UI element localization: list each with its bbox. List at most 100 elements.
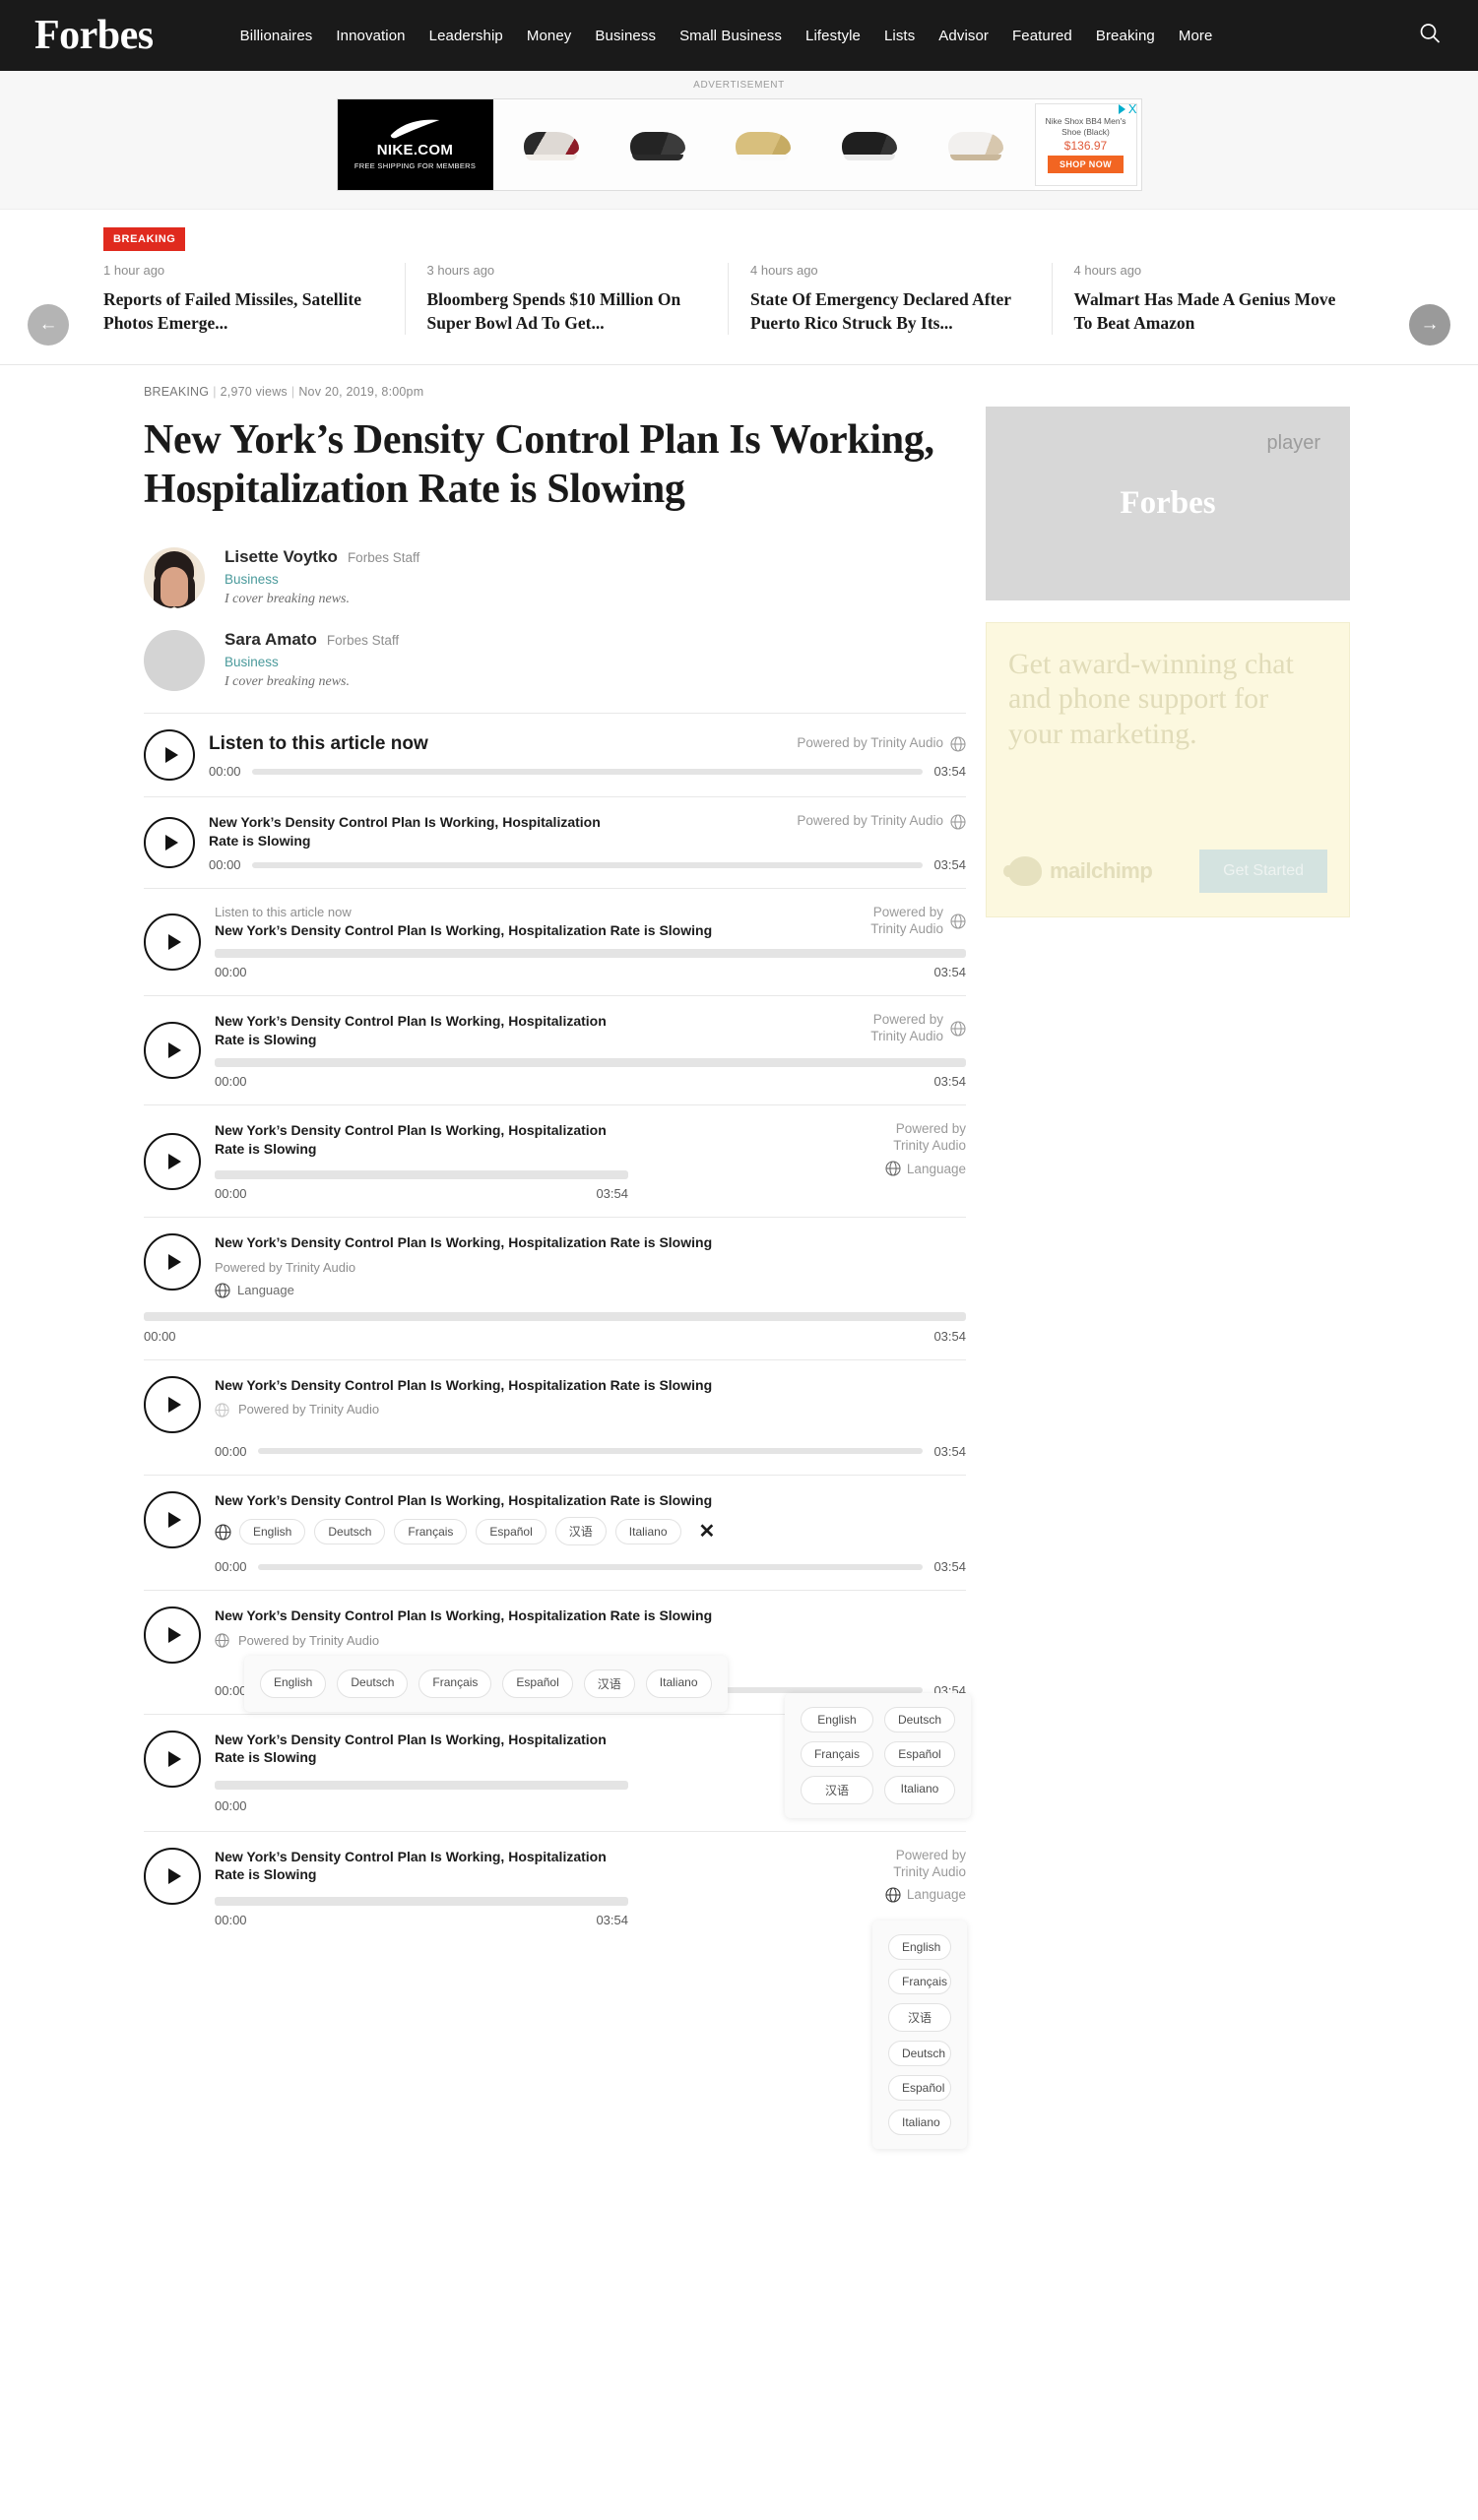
language-pill-francais[interactable]: Français bbox=[394, 1518, 468, 1544]
ad-choices-controls[interactable]: X bbox=[1118, 102, 1137, 115]
get-started-button[interactable]: Get Started bbox=[1199, 850, 1327, 893]
breaking-item[interactable]: 3 hours ago Bloomberg Spends $10 Million… bbox=[404, 263, 729, 336]
play-icon[interactable] bbox=[144, 914, 201, 972]
language-pill-francais[interactable]: Français bbox=[418, 1670, 492, 1699]
play-icon[interactable] bbox=[144, 1375, 201, 1433]
nike-ad-banner[interactable]: NIKE.COM FREE SHIPPING FOR MEMBERS Nike … bbox=[336, 98, 1142, 191]
language-selector-button[interactable]: Language bbox=[885, 1161, 966, 1176]
play-icon[interactable] bbox=[144, 1847, 201, 1905]
nav-item-lists[interactable]: Lists bbox=[884, 28, 915, 44]
play-icon[interactable] bbox=[144, 1022, 201, 1080]
globe-icon[interactable] bbox=[950, 1021, 966, 1037]
search-icon[interactable] bbox=[1419, 23, 1441, 49]
breaking-item[interactable]: 1 hour ago Reports of Failed Missiles, S… bbox=[103, 263, 405, 335]
play-icon[interactable] bbox=[144, 1132, 201, 1190]
play-icon[interactable] bbox=[144, 1233, 201, 1292]
breaking-prev-arrow-icon[interactable]: ← bbox=[28, 304, 69, 346]
globe-icon[interactable] bbox=[215, 1633, 230, 1649]
player-progress-bar[interactable] bbox=[251, 768, 924, 775]
language-pill-english[interactable]: English bbox=[260, 1670, 327, 1699]
language-pill-chinese[interactable]: 汉语 bbox=[554, 1517, 607, 1546]
author-category-link[interactable]: Business bbox=[225, 655, 399, 669]
language-pill-espanol[interactable]: Español bbox=[476, 1518, 546, 1544]
nav-item-lifestyle[interactable]: Lifestyle bbox=[805, 28, 861, 44]
nav-item-leadership[interactable]: Leadership bbox=[429, 28, 503, 44]
player-current-time: 00:00 bbox=[215, 1186, 247, 1202]
nav-item-business[interactable]: Business bbox=[595, 28, 656, 44]
nav-item-breaking[interactable]: Breaking bbox=[1096, 28, 1155, 44]
language-pill-deutsch[interactable]: Deutsch bbox=[314, 1518, 386, 1544]
globe-icon[interactable] bbox=[950, 736, 966, 752]
author-name[interactable]: Lisette Voytko bbox=[225, 547, 338, 567]
play-icon[interactable] bbox=[144, 1730, 201, 1788]
player-progress-bar[interactable] bbox=[251, 861, 924, 868]
nav-item-featured[interactable]: Featured bbox=[1012, 28, 1072, 44]
language-pill-english[interactable]: English bbox=[800, 1706, 873, 1732]
breaking-item-title: Reports of Failed Missiles, Satellite Ph… bbox=[103, 289, 361, 334]
language-pill-english[interactable]: English bbox=[239, 1518, 306, 1544]
nav-item-billionaires[interactable]: Billionaires bbox=[240, 28, 313, 44]
language-pill-english[interactable]: English bbox=[888, 1933, 951, 1960]
language-pill-deutsch[interactable]: Deutsch bbox=[337, 1670, 409, 1699]
play-icon[interactable] bbox=[144, 729, 195, 782]
author-category-link[interactable]: Business bbox=[225, 572, 419, 587]
player-progress-bar[interactable] bbox=[215, 1780, 628, 1790]
breaking-item-time: 4 hours ago bbox=[1073, 263, 1142, 278]
globe-icon[interactable] bbox=[215, 1524, 231, 1541]
breaking-item[interactable]: 4 hours ago Walmart Has Made A Genius Mo… bbox=[1051, 263, 1376, 336]
breaking-item[interactable]: 4 hours ago State Of Emergency Declared … bbox=[728, 263, 1052, 336]
language-pill-chinese[interactable]: 汉语 bbox=[888, 2002, 951, 2032]
nav-item-money[interactable]: Money bbox=[527, 28, 572, 44]
forbes-logo[interactable]: Forbes bbox=[34, 15, 154, 56]
globe-icon[interactable] bbox=[215, 1402, 230, 1418]
language-pill-francais[interactable]: Français bbox=[800, 1740, 873, 1767]
player-progress-bar[interactable] bbox=[215, 1170, 628, 1180]
player-progress-bar[interactable] bbox=[215, 1058, 966, 1068]
language-pill-chinese[interactable]: 汉语 bbox=[800, 1775, 873, 1804]
language-pill-italiano[interactable]: Italiano bbox=[888, 2109, 951, 2135]
language-pill-deutsch[interactable]: Deutsch bbox=[883, 1706, 955, 1732]
author-name[interactable]: Sara Amato bbox=[225, 630, 317, 650]
article-category[interactable]: BREAKING bbox=[144, 385, 209, 399]
language-pill-deutsch[interactable]: Deutsch bbox=[888, 2040, 951, 2066]
player-progress-bar[interactable] bbox=[144, 1311, 966, 1321]
mailchimp-advertisement[interactable]: Get award-winning chat and phone support… bbox=[986, 622, 1350, 917]
close-ad-icon[interactable]: X bbox=[1128, 102, 1137, 115]
language-pill-chinese[interactable]: 汉语 bbox=[583, 1670, 635, 1699]
shoe-image-5 bbox=[947, 132, 1003, 160]
language-pill-italiano[interactable]: Italiano bbox=[614, 1518, 681, 1544]
language-pill-italiano[interactable]: Italiano bbox=[645, 1670, 712, 1699]
player-progress-bar[interactable] bbox=[215, 1896, 628, 1906]
player-progress-bar[interactable] bbox=[257, 1563, 924, 1570]
play-icon[interactable] bbox=[144, 1490, 201, 1548]
globe-icon[interactable] bbox=[950, 914, 966, 929]
player-listen-label: Listen to this article now bbox=[215, 905, 352, 920]
play-icon[interactable] bbox=[144, 1606, 201, 1665]
player-track-title: New York’s Density Control Plan Is Worki… bbox=[215, 1013, 607, 1047]
ad-product-card[interactable]: Nike Shox BB4 Men's Shoe (Black) $136.97… bbox=[1034, 103, 1137, 186]
language-selector-button[interactable]: Language bbox=[215, 1283, 966, 1298]
shop-now-button[interactable]: SHOP NOW bbox=[1047, 156, 1125, 174]
nav-item-more[interactable]: More bbox=[1179, 28, 1213, 44]
language-pill-espanol[interactable]: Español bbox=[888, 2074, 951, 2101]
forbes-video-player[interactable]: player Forbes bbox=[986, 407, 1350, 600]
play-triangle bbox=[164, 747, 178, 764]
nav-item-innovation[interactable]: Innovation bbox=[336, 28, 405, 44]
player-progress-bar[interactable] bbox=[215, 949, 966, 959]
breaking-next-arrow-icon[interactable]: → bbox=[1409, 304, 1450, 346]
language-pill-espanol[interactable]: Español bbox=[502, 1670, 573, 1699]
play-icon[interactable] bbox=[144, 817, 195, 869]
language-pill-italiano[interactable]: Italiano bbox=[883, 1775, 955, 1804]
close-icon[interactable]: ✕ bbox=[699, 1522, 716, 1542]
adchoices-icon[interactable] bbox=[1118, 103, 1125, 114]
language-pill-francais[interactable]: Français bbox=[888, 1968, 951, 1994]
globe-icon[interactable] bbox=[950, 813, 966, 830]
player-progress-bar[interactable] bbox=[257, 1448, 924, 1455]
player-duration: 03:54 bbox=[596, 1186, 628, 1202]
nav-item-small-business[interactable]: Small Business bbox=[679, 28, 782, 44]
nav-item-advisor[interactable]: Advisor bbox=[938, 28, 989, 44]
author-details: Lisette Voytko Forbes Staff Business I co… bbox=[225, 547, 419, 607]
language-selector-button[interactable]: Language bbox=[885, 1886, 966, 1903]
language-pill-espanol[interactable]: Español bbox=[883, 1740, 955, 1767]
shoe-image-2 bbox=[629, 132, 685, 160]
